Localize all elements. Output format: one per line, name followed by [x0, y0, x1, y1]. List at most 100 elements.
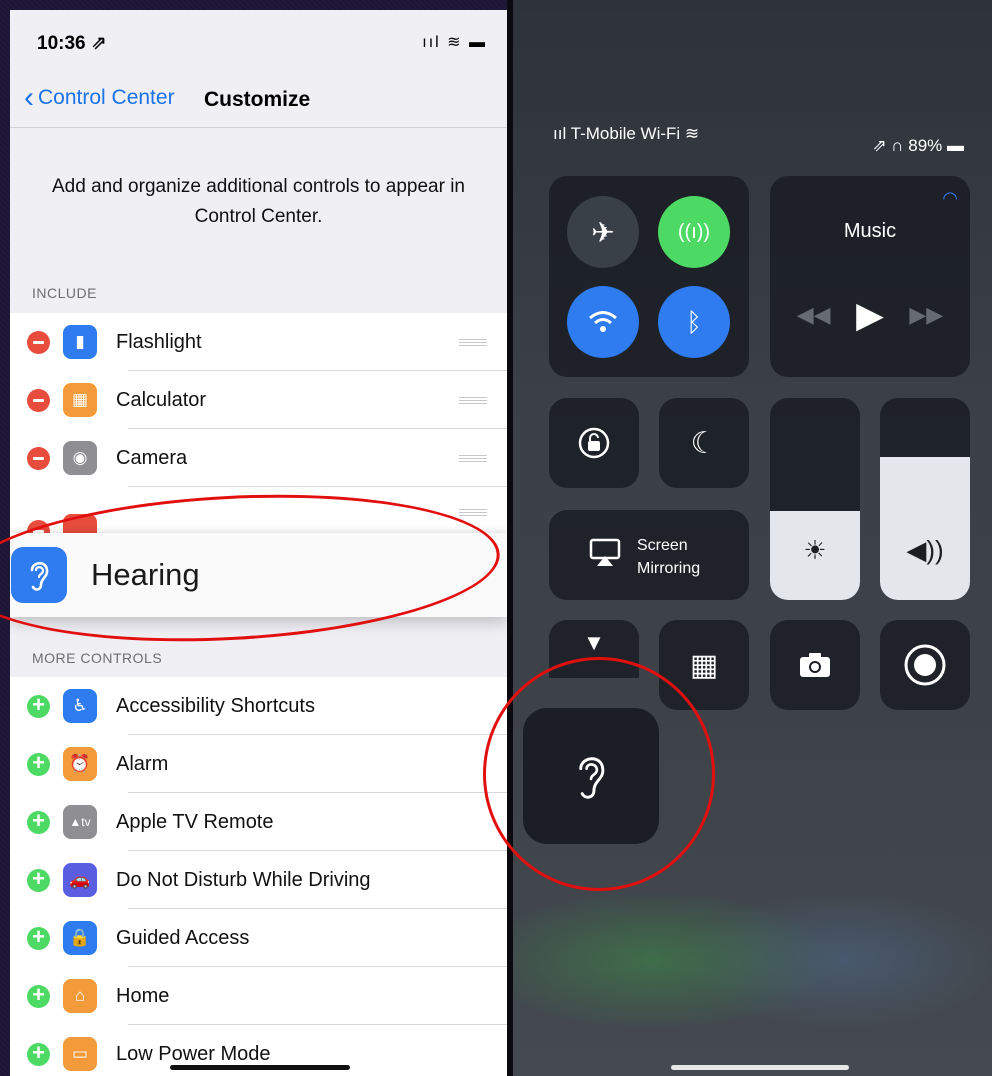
control-center-screen: ııl T-Mobile Wi-Fi ≋ ⇗ ∩ 89% ▬ ✈ ((ı)) ᛒ…	[513, 0, 992, 1076]
flashlight-button[interactable]: ▼	[549, 620, 639, 678]
brightness-slider[interactable]: ☀	[770, 398, 860, 600]
airplane-icon: ✈	[591, 216, 615, 248]
flashlight-icon: ▼	[583, 630, 605, 655]
screen-mirroring-line2: Mirroring	[637, 560, 701, 577]
home-indicator[interactable]	[170, 1065, 350, 1070]
camera-icon: ◉	[63, 441, 97, 475]
list-item-label: Home	[116, 984, 170, 1007]
chevron-left-icon: ‹	[24, 81, 34, 114]
include-header: INCLUDE	[32, 285, 97, 301]
screen-recording-button[interactable]	[880, 620, 970, 710]
list-item: ⌂ Home	[10, 967, 507, 1025]
list-item: ▦ Calculator	[10, 371, 507, 429]
volume-slider[interactable]: ◀))	[880, 398, 970, 600]
wifi-toggle[interactable]	[567, 286, 639, 358]
calculator-icon: ▦	[689, 648, 719, 682]
rotation-lock-icon	[549, 398, 639, 488]
add-button[interactable]	[27, 868, 50, 892]
include-list: ▮ Flashlight ▦ Calculator ◉ Camera	[10, 313, 507, 487]
battery-status: ⇗ ∩ 89% ▬	[872, 136, 964, 155]
screen-mirroring-line1: Screen	[637, 537, 688, 554]
remove-button[interactable]	[27, 519, 50, 533]
remove-button[interactable]	[27, 330, 50, 354]
hearing-control-button[interactable]	[523, 708, 659, 844]
flashlight-icon: ▮	[63, 325, 97, 359]
reorder-handle[interactable]	[459, 339, 487, 346]
home-icon: ⌂	[63, 979, 97, 1013]
screen-mirroring-button[interactable]: Screen Mirroring	[549, 510, 749, 600]
cellular-toggle[interactable]: ((ı))	[658, 196, 730, 268]
music-title: Music	[843, 220, 897, 242]
hearing-label: Hearing	[91, 557, 200, 592]
play-icon[interactable]: ▶	[856, 294, 884, 336]
list-item: 🔒 Guided Access	[10, 909, 507, 967]
back-button[interactable]: ‹ Control Center	[24, 81, 175, 114]
bluetooth-icon: ᛒ	[686, 306, 702, 337]
moon-icon: ☾	[690, 426, 718, 460]
more-controls-header: MORE CONTROLS	[32, 650, 163, 666]
dragging-hearing-row[interactable]: Hearing	[10, 533, 507, 617]
list-item-label: Calculator	[116, 388, 207, 411]
music-module[interactable]: ◠ Music ◀◀ ▶ ▶▶	[770, 176, 970, 377]
list-item-label: Low Power Mode	[116, 1042, 271, 1065]
back-label: Control Center	[38, 86, 175, 109]
airplay-audio-icon[interactable]: ◠	[942, 188, 958, 209]
description-text: Add and organize additional controls to …	[51, 176, 465, 227]
home-indicator[interactable]	[671, 1065, 849, 1070]
add-button[interactable]	[27, 694, 50, 718]
ear-icon	[579, 757, 605, 799]
camera-button[interactable]	[770, 620, 860, 710]
camera-icon	[770, 620, 860, 710]
brightness-icon: ☀	[803, 535, 827, 565]
speaker-icon: ◀))	[906, 535, 944, 565]
list-item-label: Apple TV Remote	[116, 810, 274, 833]
list-item: 🚗 Do Not Disturb While Driving	[10, 851, 507, 909]
volume-level	[880, 456, 970, 600]
remove-button[interactable]	[27, 446, 50, 470]
app-icon	[63, 514, 97, 533]
add-button[interactable]	[27, 926, 50, 950]
remove-button[interactable]	[27, 388, 50, 412]
add-button[interactable]	[27, 1042, 50, 1066]
reorder-handle[interactable]	[459, 397, 487, 404]
list-item-label: Accessibility Shortcuts	[116, 694, 315, 717]
reorder-handle[interactable]	[459, 509, 487, 516]
apple-tv-icon: ▲tv	[63, 805, 97, 839]
add-button[interactable]	[27, 810, 50, 834]
more-controls-list: ♿ Accessibility Shortcuts ⏰ Alarm ▲tv Apple T…	[10, 677, 507, 1076]
list-item-label: Camera	[116, 446, 188, 469]
add-button[interactable]	[27, 752, 50, 776]
list-item: ◉ Camera	[10, 429, 507, 487]
settings-screen: 10:36 ⇗ ııl ≋ ▬ ‹ Control Center Customi…	[10, 10, 507, 1076]
divider	[507, 0, 513, 1076]
connectivity-module: ✈ ((ı)) ᛒ	[549, 176, 749, 377]
list-item-label: Alarm	[116, 752, 169, 775]
reorder-handle[interactable]	[459, 455, 487, 462]
status-icons: ııl ≋ ▬	[422, 34, 487, 51]
battery-icon: ▭	[63, 1037, 97, 1071]
rewind-icon[interactable]: ◀◀	[797, 302, 831, 328]
calculator-icon: ▦	[63, 383, 97, 417]
list-item: ▲tv Apple TV Remote	[10, 793, 507, 851]
list-item: ⏰ Alarm	[10, 735, 507, 793]
add-button[interactable]	[27, 984, 50, 1008]
list-item-label: Do Not Disturb While Driving	[116, 868, 371, 891]
alarm-icon: ⏰	[63, 747, 97, 781]
accessibility-icon: ♿	[63, 689, 97, 723]
fast-forward-icon[interactable]: ▶▶	[909, 302, 943, 328]
lock-icon: 🔒	[63, 921, 97, 955]
car-icon: 🚗	[63, 863, 97, 897]
list-item-label: Guided Access	[116, 926, 250, 949]
antenna-icon: ((ı))	[677, 220, 711, 243]
bluetooth-toggle[interactable]: ᛒ	[658, 286, 730, 358]
airplane-mode-toggle[interactable]: ✈	[567, 196, 639, 268]
hidden-row	[10, 487, 507, 533]
navigation-bar: ‹ Control Center Customize	[10, 72, 507, 128]
page-title: Customize	[204, 88, 311, 111]
calculator-button[interactable]: ▦	[659, 620, 749, 710]
orientation-lock-button[interactable]	[549, 398, 639, 488]
do-not-disturb-button[interactable]: ☾	[659, 398, 749, 488]
wifi-icon	[589, 311, 617, 332]
screen-mirroring-icon	[589, 538, 621, 573]
status-time: 10:36 ⇗	[37, 33, 107, 54]
